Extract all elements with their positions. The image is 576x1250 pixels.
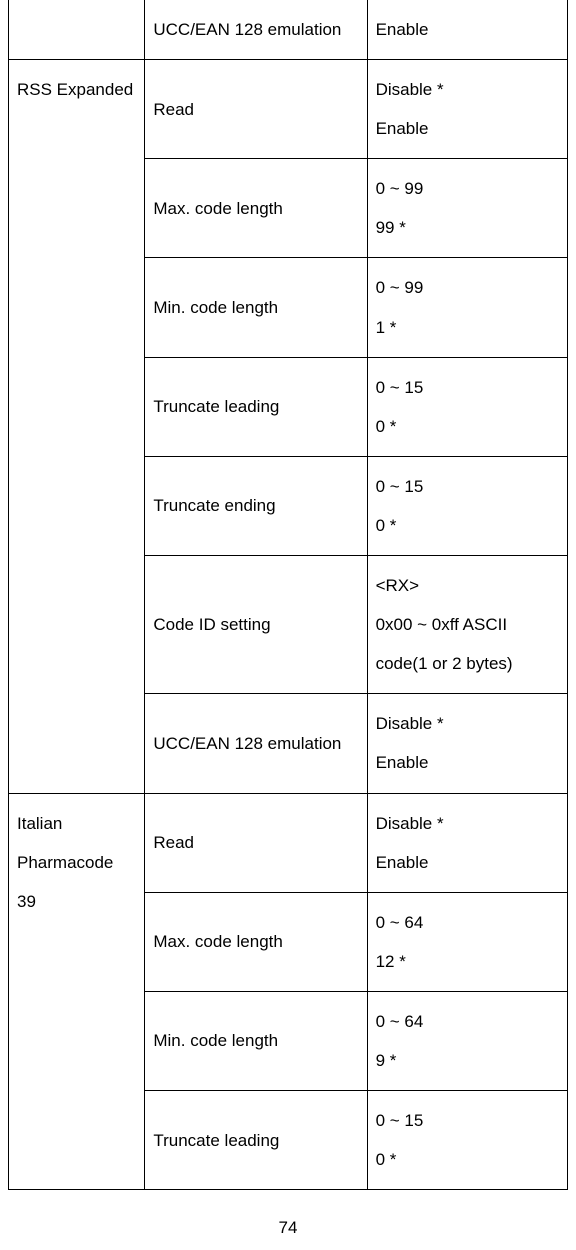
setting-cell: UCC/EAN 128 emulation (145, 0, 367, 60)
settings-table: UCC/EAN 128 emulation Enable RSS Expande… (8, 0, 568, 1190)
table-row: RSS Expanded Read Disable *Enable (9, 60, 568, 159)
setting-cell: Max. code length (145, 159, 367, 258)
page-number: 74 (0, 1190, 576, 1250)
setting-cell: Min. code length (145, 258, 367, 357)
setting-cell: Read (145, 793, 367, 892)
options-cell: 0 ~ 6412 * (367, 892, 567, 991)
options-cell: Enable (367, 0, 567, 60)
symbology-cell: Italian Pharmacode 39 (9, 793, 145, 1190)
options-cell: 0 ~ 9999 * (367, 159, 567, 258)
symbology-cell (9, 0, 145, 60)
setting-cell: Code ID setting (145, 556, 367, 694)
options-cell: <RX>0x00 ~ 0xff ASCII code(1 or 2 bytes) (367, 556, 567, 694)
setting-cell: Truncate leading (145, 1091, 367, 1190)
options-cell: Disable *Enable (367, 60, 567, 159)
setting-cell: Max. code length (145, 892, 367, 991)
setting-cell: Min. code length (145, 991, 367, 1090)
table-row: Italian Pharmacode 39 Read Disable *Enab… (9, 793, 568, 892)
options-cell: Disable *Enable (367, 694, 567, 793)
table-row: UCC/EAN 128 emulation Enable (9, 0, 568, 60)
options-cell: 0 ~ 150 * (367, 357, 567, 456)
symbology-cell: RSS Expanded (9, 60, 145, 793)
setting-cell: UCC/EAN 128 emulation (145, 694, 367, 793)
options-cell: 0 ~ 649 * (367, 991, 567, 1090)
options-cell: 0 ~ 150 * (367, 456, 567, 555)
options-cell: 0 ~ 150 * (367, 1091, 567, 1190)
setting-cell: Truncate leading (145, 357, 367, 456)
options-cell: 0 ~ 991 * (367, 258, 567, 357)
setting-cell: Truncate ending (145, 456, 367, 555)
options-cell: Disable *Enable (367, 793, 567, 892)
setting-cell: Read (145, 60, 367, 159)
